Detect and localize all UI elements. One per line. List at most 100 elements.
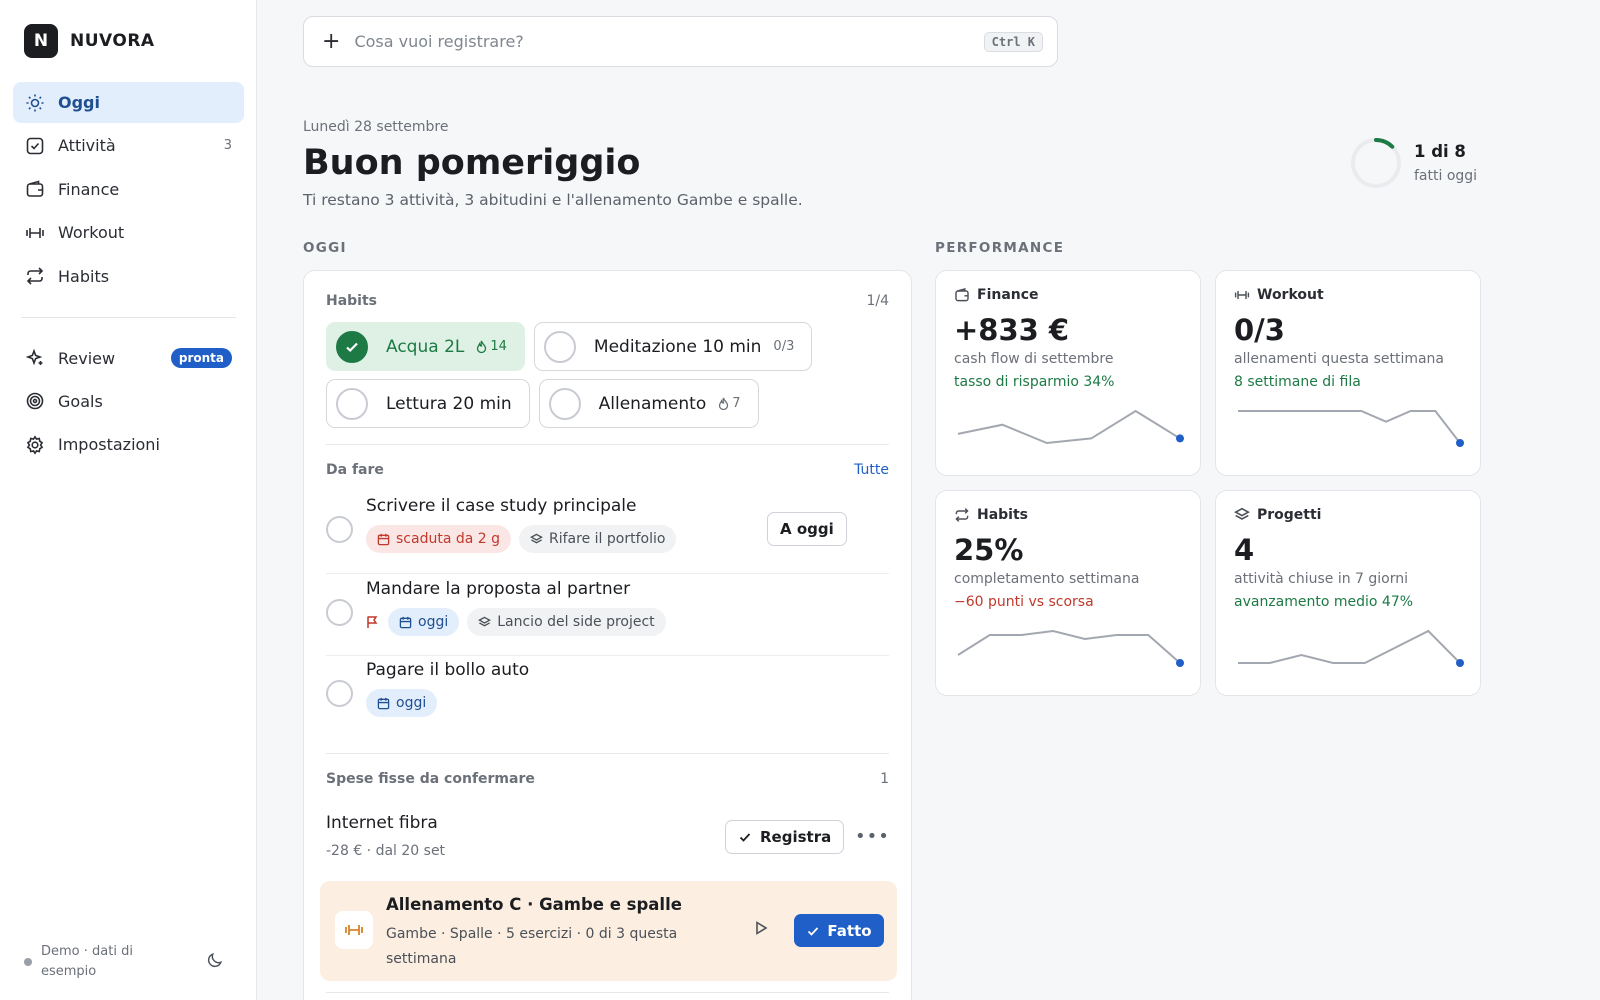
habit-chip-allenamento[interactable]: Allenamento 7 xyxy=(538,379,759,428)
dumbbell-icon xyxy=(335,911,373,949)
sidebar-item-label: Impostazioni xyxy=(58,435,160,455)
due-tag[interactable]: oggi xyxy=(366,689,438,717)
sidebar-item-label: Oggi xyxy=(58,93,100,112)
sidebar-item-workout[interactable]: Workout xyxy=(13,212,244,253)
page-title: Buon pomeriggio xyxy=(303,143,641,183)
view-all-link[interactable]: Tutte xyxy=(854,462,889,478)
task-row: Scrivere il case study principale scadut… xyxy=(326,496,889,564)
moon-icon[interactable] xyxy=(206,951,224,973)
gear-icon xyxy=(25,435,45,455)
due-tag[interactable]: scaduta da 2 g xyxy=(366,525,512,553)
check-icon xyxy=(739,833,751,842)
task-tags: scaduta da 2 g Rifare il portfolio xyxy=(366,525,677,553)
task-tags: oggi Lancio del side project xyxy=(388,608,666,636)
metric-trend: avanzamento medio 47% xyxy=(1234,594,1414,610)
nav-divider xyxy=(21,316,236,318)
divider xyxy=(326,992,889,993)
metric-value: 4 xyxy=(1234,533,1255,567)
done-button[interactable]: Fatto xyxy=(794,914,884,947)
daily-progress: 1 di 8 fatti oggi xyxy=(1350,137,1477,189)
sparkline xyxy=(957,629,1184,667)
habits-title: Habits xyxy=(326,293,378,309)
todo-title: Da fare xyxy=(326,462,384,478)
quick-add-input[interactable] xyxy=(354,32,984,51)
metric-trend: tasso di risparmio 34% xyxy=(954,374,1115,390)
sidebar-item-impostazioni[interactable]: Impostazioni xyxy=(13,424,244,465)
status-dot xyxy=(24,958,32,966)
metric-description: cash flow di settembre xyxy=(954,351,1114,367)
metric-card-workout[interactable]: Workout 0/3 allenamenti questa settimana… xyxy=(1215,270,1481,476)
sparkline-path xyxy=(957,409,1181,445)
habit-streak: 14 xyxy=(476,339,507,354)
flame-icon xyxy=(477,340,487,353)
brand-name: NUVORA xyxy=(70,31,155,51)
brand[interactable]: N NUVORA xyxy=(24,24,155,58)
metric-description: allenamenti questa settimana xyxy=(1234,351,1445,367)
task-title[interactable]: Mandare la proposta al partner xyxy=(366,579,630,599)
section-label-performance: PERFORMANCE xyxy=(935,240,1065,256)
workout-subtitle: Gambe · Spalle · 5 esercizi · 0 di 3 que… xyxy=(386,926,678,967)
fixed-expenses-title: Spese fisse da confermare xyxy=(326,771,535,787)
project-tag[interactable]: Lancio del side project xyxy=(467,608,666,636)
sun-icon xyxy=(25,93,45,113)
task-separator xyxy=(326,573,889,574)
sparkline-path xyxy=(1238,410,1461,444)
sidebar-item-habits[interactable]: Habits xyxy=(13,256,244,297)
metric-trend: −60 punti vs scorsa xyxy=(954,594,1094,610)
layers-icon xyxy=(1234,507,1250,520)
sidebar-item-finance[interactable]: Finance xyxy=(13,169,244,210)
sparkline xyxy=(957,409,1184,445)
habit-progress: 0/3 xyxy=(773,339,795,354)
date-label: Lunedì 28 settembre xyxy=(303,119,449,135)
layers-icon xyxy=(478,616,492,626)
empty-check-icon xyxy=(543,330,576,363)
divider xyxy=(326,753,889,754)
sidebar-item-attivita[interactable]: Attività 3 xyxy=(13,125,244,166)
flame-icon xyxy=(719,397,729,410)
due-tag[interactable]: oggi xyxy=(388,608,460,636)
sparkline-endpoint xyxy=(1176,434,1184,443)
sparkline xyxy=(1238,410,1464,447)
expense-name: Internet fibra xyxy=(326,813,438,833)
brand-logo: N xyxy=(24,24,58,58)
task-title[interactable]: Pagare il bollo auto xyxy=(366,660,529,680)
workout-card: Allenamento C · Gambe e spalle Gambe · S… xyxy=(320,881,897,981)
task-checkbox[interactable] xyxy=(326,599,353,626)
quick-add-bar[interactable]: + Ctrl K xyxy=(303,16,1058,67)
habit-chip-lettura[interactable]: Lettura 20 min xyxy=(326,379,530,428)
progress-caption: fatti oggi xyxy=(1414,168,1478,184)
habit-chip-acqua[interactable]: Acqua 2L 14 xyxy=(326,322,525,371)
sidebar-item-goals[interactable]: Goals xyxy=(13,381,244,422)
register-button[interactable]: Registra xyxy=(725,820,845,854)
sparkline-path xyxy=(1238,629,1461,664)
metric-card-finance[interactable]: Finance +833 € cash flow di settembre ta… xyxy=(935,270,1201,476)
sidebar-item-review[interactable]: Review pronta xyxy=(13,338,244,379)
expense-meta: -28 € · dal 20 set xyxy=(326,843,446,859)
today-card: Habits 1/4 Acqua 2L 14 Meditazione 10 mi… xyxy=(303,270,912,1000)
calendar-icon xyxy=(399,616,412,628)
task-checkbox[interactable] xyxy=(326,680,353,707)
metric-card-habits[interactable]: Habits 25% completamento settimana −60 p… xyxy=(935,490,1201,696)
sidebar-item-label: Finance xyxy=(58,179,120,199)
wallet-icon xyxy=(955,288,969,302)
move-to-today-button[interactable]: A oggi xyxy=(767,512,847,546)
divider xyxy=(326,444,889,445)
sparkline-endpoint xyxy=(1176,659,1184,667)
task-checkbox[interactable] xyxy=(326,516,353,543)
play-icon[interactable] xyxy=(753,920,769,940)
status-badge: pronta xyxy=(170,348,232,369)
target-icon xyxy=(25,391,45,411)
habit-label: Allenamento xyxy=(598,393,707,414)
more-options-icon[interactable]: ••• xyxy=(855,826,890,847)
metric-description: completamento settimana xyxy=(954,571,1140,587)
habit-list: Acqua 2L 14 Meditazione 10 min 0/3 Lettu… xyxy=(326,322,896,428)
sidebar-item-label: Workout xyxy=(58,223,125,243)
todo-header: Da fare Tutte xyxy=(326,462,889,478)
task-title[interactable]: Scrivere il case study principale xyxy=(366,496,636,516)
metric-title: Finance xyxy=(977,287,1039,303)
sidebar-item-oggi[interactable]: Oggi xyxy=(13,82,244,123)
habit-chip-meditazione[interactable]: Meditazione 10 min 0/3 xyxy=(533,322,813,371)
project-tag[interactable]: Rifare il portfolio xyxy=(519,525,677,553)
metric-card-progetti[interactable]: Progetti 4 attività chiuse in 7 giorni a… xyxy=(1215,490,1481,696)
repeat-icon xyxy=(955,508,969,522)
